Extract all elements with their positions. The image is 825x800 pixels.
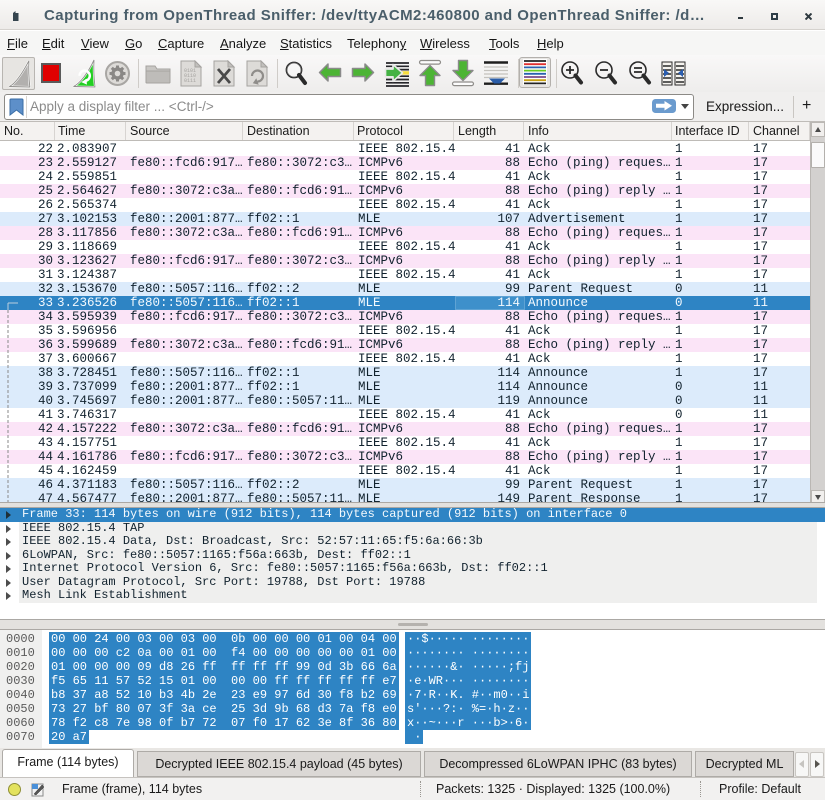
svg-text:0111: 0111 bbox=[184, 78, 196, 84]
